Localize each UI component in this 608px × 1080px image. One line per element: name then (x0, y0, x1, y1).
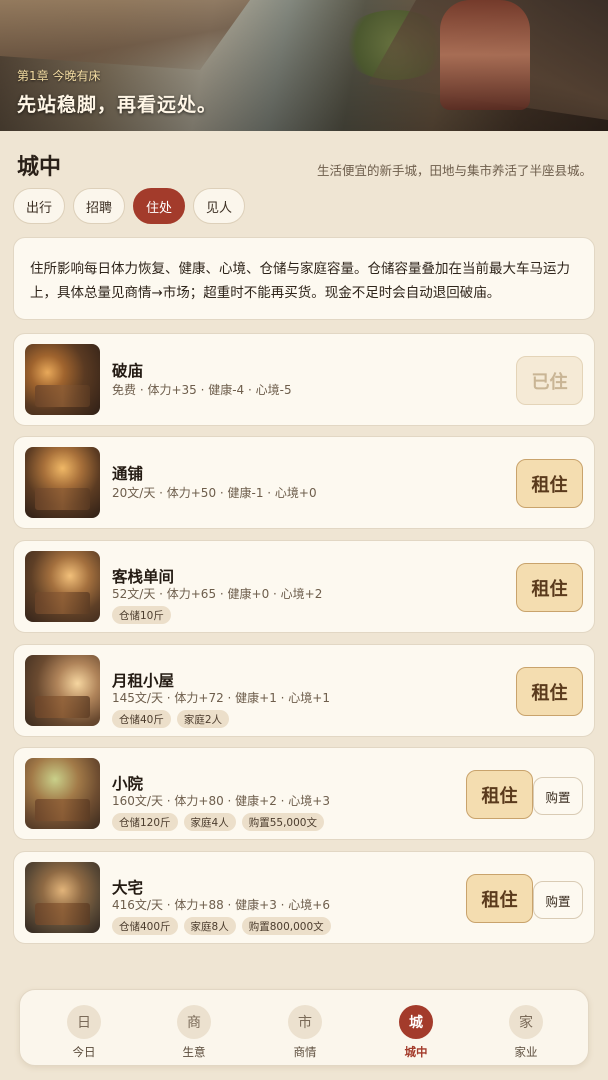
lodging-name: 月租小屋 (112, 672, 175, 690)
tab-recruit[interactable]: 招聘 (73, 188, 126, 224)
lodging-card-cottage: 月租小屋 145文/天 · 体力+72 · 健康+1 · 心境+1 仓储40斤 … (13, 644, 595, 737)
nav-city[interactable]: 城 城中 (386, 1005, 446, 1060)
lodging-tags: 仓储400斤 家庭8人 购置800,000文 (112, 917, 331, 935)
lodging-card-mansion: 大宅 416文/天 · 体力+88 · 健康+3 · 心境+6 仓储400斤 家… (13, 851, 595, 944)
storage-tag: 仓储40斤 (112, 710, 171, 728)
lodging-tags: 仓储10斤 (112, 606, 171, 624)
lodging-stats: 160文/天 · 体力+80 · 健康+2 · 心境+3 (112, 794, 330, 808)
lodging-name: 小院 (112, 775, 144, 793)
lodging-info-box: 住所影响每日体力恢复、健康、心境、仓储与家庭容量。仓储容量叠加在当前最大车马运力… (13, 237, 595, 320)
chapter-banner: 第1章 今晚有床 先站稳脚，再看远处。 (0, 0, 608, 131)
nav-label: 商情 (293, 1045, 317, 1059)
tab-meet[interactable]: 见人 (193, 188, 246, 224)
rent-button[interactable]: 租住 (516, 563, 583, 612)
lodging-name: 大宅 (112, 879, 144, 897)
banner-art-roof (0, 0, 250, 70)
lodging-card-temple: 破庙 免费 · 体力+35 · 健康-4 · 心境-5 已住 (13, 333, 595, 426)
nav-today[interactable]: 日 今日 (54, 1005, 114, 1060)
lodging-card-inn-room: 客栈单间 52文/天 · 体力+65 · 健康+0 · 心境+2 仓储10斤 租… (13, 540, 595, 633)
family-tag: 家庭4人 (183, 813, 236, 831)
chapter-motto: 先站稳脚，再看远处。 (17, 94, 218, 116)
rent-button[interactable]: 租住 (466, 874, 533, 923)
rent-button[interactable]: 租住 (516, 459, 583, 508)
lodging-name: 通铺 (112, 465, 144, 483)
nav-label: 家业 (514, 1045, 538, 1059)
market-icon: 市 (288, 1005, 322, 1039)
page-title: 城中 (17, 154, 62, 180)
city-tabs: 出行 招聘 住处 见人 (13, 188, 246, 224)
bottom-nav: 日 今日 商 生意 市 商情 城 城中 家 家业 (19, 989, 589, 1066)
lodging-thumbnail (25, 447, 100, 518)
lodging-stats: 52文/天 · 体力+65 · 健康+0 · 心境+2 (112, 587, 323, 601)
lodging-thumbnail (25, 758, 100, 829)
business-icon: 商 (177, 1005, 211, 1039)
city-description: 生活便宜的新手城，田地与集市养活了半座县城。 (316, 163, 592, 178)
family-tag: 家庭8人 (183, 917, 236, 935)
lodging-stats: 145文/天 · 体力+72 · 健康+1 · 心境+1 (112, 691, 330, 705)
nav-business[interactable]: 商 生意 (164, 1005, 224, 1060)
lodging-thumbnail (25, 655, 100, 726)
lodging-tags: 仓储40斤 家庭2人 (112, 710, 230, 728)
rent-button[interactable]: 租住 (516, 667, 583, 716)
current-lodging-button: 已住 (516, 356, 583, 405)
banner-art-figure (440, 0, 530, 110)
storage-tag: 仓储10斤 (112, 606, 171, 624)
tab-travel[interactable]: 出行 (13, 188, 66, 224)
lodging-tags: 仓储120斤 家庭4人 购置55,000文 (112, 813, 324, 831)
storage-tag: 仓储400斤 (112, 917, 178, 935)
lodging-name: 破庙 (112, 362, 144, 380)
lodging-stats: 20文/天 · 体力+50 · 健康-1 · 心境+0 (112, 486, 317, 500)
nav-label: 城中 (404, 1045, 428, 1059)
nav-estate[interactable]: 家 家业 (496, 1005, 556, 1060)
family-tag: 家庭2人 (176, 710, 230, 728)
home-icon: 家 (509, 1005, 543, 1039)
buy-button[interactable]: 购置 (533, 777, 583, 815)
lodging-thumbnail (25, 862, 100, 933)
rent-button[interactable]: 租住 (466, 770, 533, 819)
storage-tag: 仓储120斤 (112, 813, 178, 831)
lodging-card-dorm: 通铺 20文/天 · 体力+50 · 健康-1 · 心境+0 租住 (13, 436, 595, 529)
lodging-stats: 免费 · 体力+35 · 健康-4 · 心境-5 (112, 383, 292, 397)
buy-button[interactable]: 购置 (533, 881, 583, 919)
chapter-label: 第1章 今晚有床 (17, 69, 101, 83)
city-icon: 城 (399, 1005, 433, 1039)
purchase-price-tag: 购置55,000文 (241, 813, 324, 831)
nav-label: 生意 (182, 1045, 206, 1059)
lodging-card-courtyard: 小院 160文/天 · 体力+80 · 健康+2 · 心境+3 仓储120斤 家… (13, 747, 595, 840)
nav-market[interactable]: 市 商情 (275, 1005, 335, 1060)
sun-icon: 日 (67, 1005, 101, 1039)
nav-label: 今日 (72, 1045, 96, 1059)
lodging-thumbnail (25, 344, 100, 415)
lodging-stats: 416文/天 · 体力+88 · 健康+3 · 心境+6 (112, 898, 330, 912)
lodging-name: 客栈单间 (112, 568, 175, 586)
purchase-price-tag: 购置800,000文 (241, 917, 331, 935)
tab-lodging[interactable]: 住处 (133, 188, 186, 224)
lodging-thumbnail (25, 551, 100, 622)
